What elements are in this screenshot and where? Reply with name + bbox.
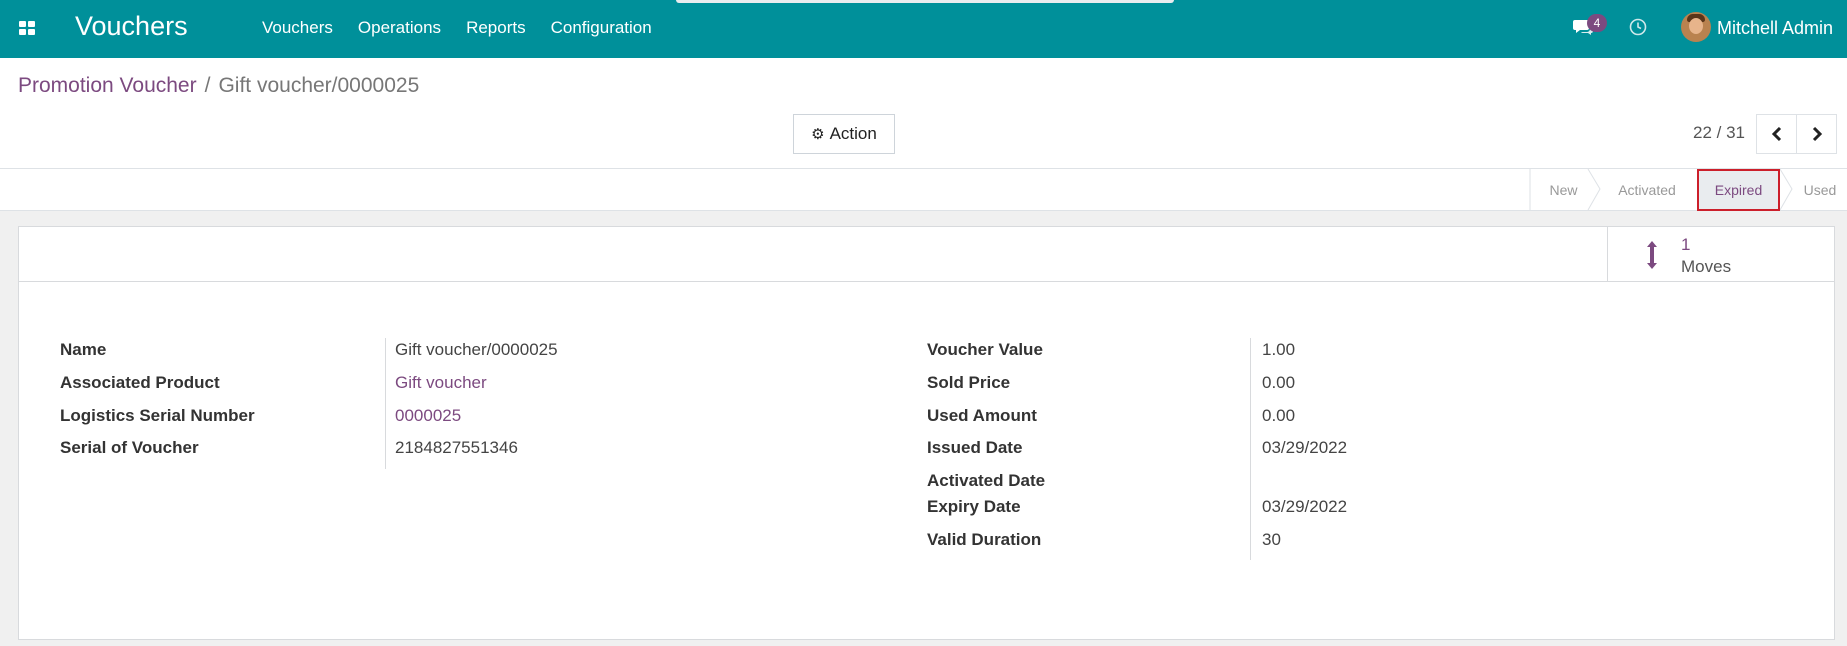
apps-menu-icon[interactable] [19,21,35,35]
breadcrumb-separator: / [204,74,211,97]
menu-item-vouchers[interactable]: Vouchers [262,18,333,38]
chevron-left-icon [1771,126,1781,142]
main-menu: Vouchers Operations Reports Configuratio… [262,18,652,38]
activity-clock-icon[interactable] [1629,18,1647,36]
breadcrumb-current: Gift voucher/0000025 [218,74,420,97]
pager-next-button[interactable] [1796,114,1837,154]
pager-previous-button[interactable] [1756,114,1797,154]
value-voucher-value[interactable]: 1.00 [1262,340,1295,360]
menu-item-operations[interactable]: Operations [358,18,441,38]
breadcrumb: Promotion Voucher / Gift voucher/0000025 [18,74,419,98]
chat-count-badge: 4 [1587,14,1607,32]
user-avatar[interactable] [1681,12,1711,42]
label-activated-date: Activated Date [927,471,1046,490]
value-serial-of-voucher[interactable]: 2184827551346 [395,438,518,458]
value-sold-price[interactable]: 0.00 [1262,373,1295,393]
stage-used[interactable]: Used [1793,169,1847,210]
stage-activated[interactable]: Activated [1602,169,1692,210]
user-name[interactable]: Mitchell Admin [1717,18,1833,39]
label-serial-of-voucher: Serial of Voucher [60,438,199,457]
value-valid-duration[interactable]: 30 [1262,530,1281,550]
label-expiry-date: Expiry Date [927,497,1021,516]
value-logistics-serial-number[interactable]: 0000025 [395,406,461,426]
top-notification-strip [676,0,1174,3]
chevron-right-icon [1812,126,1822,142]
label-associated-product: Associated Product [60,373,220,392]
moves-arrows-icon [1647,241,1657,269]
stage-expired[interactable]: Expired [1697,169,1780,211]
moves-smart-button[interactable]: 1 Moves [1607,227,1834,282]
form-sheet: 1 Moves Name Gift voucher/0000025 Associ… [18,226,1835,640]
top-navbar: Vouchers Vouchers Operations Reports Con… [0,0,1847,58]
breadcrumb-parent[interactable]: Promotion Voucher [18,74,197,97]
left-column-divider [385,338,386,469]
stage-new[interactable]: New [1531,169,1596,210]
label-issued-date: Issued Date [927,438,1023,457]
label-voucher-value: Voucher Value [927,340,1043,359]
label-name: Name [60,340,107,359]
moves-label: Moves [1681,257,1732,276]
value-name[interactable]: Gift voucher/0000025 [395,340,558,360]
menu-item-reports[interactable]: Reports [466,18,526,38]
value-associated-product[interactable]: Gift voucher [395,373,487,393]
label-logistics-serial-number: Logistics Serial Number [60,406,255,425]
action-label: Action [829,124,877,143]
gear-icon: ⚙ [811,126,825,143]
label-valid-duration: Valid Duration [927,530,1042,549]
moves-count: 1 [1681,235,1691,254]
right-column-divider [1250,338,1251,560]
status-bar: New Activated Expired Used [0,168,1847,211]
value-expiry-date[interactable]: 03/29/2022 [1262,497,1347,517]
label-sold-price: Sold Price [927,373,1011,392]
label-used-amount: Used Amount [927,406,1037,425]
menu-item-configuration[interactable]: Configuration [551,18,652,38]
pager-value[interactable]: 22 / 31 [1693,123,1745,143]
action-button[interactable]: ⚙ Action [793,114,895,154]
value-used-amount[interactable]: 0.00 [1262,406,1295,426]
app-title[interactable]: Vouchers [75,11,188,42]
value-issued-date[interactable]: 03/29/2022 [1262,438,1347,458]
smart-button-box: 1 Moves [19,227,1834,282]
